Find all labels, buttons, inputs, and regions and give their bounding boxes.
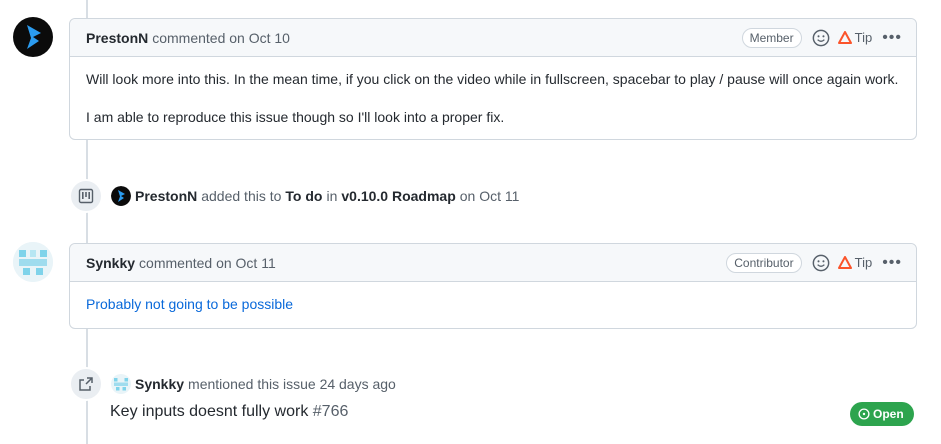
referenced-issue-number[interactable]: #766	[313, 403, 349, 420]
brave-triangle-icon	[837, 256, 852, 269]
avatar-synkky-small[interactable]	[111, 374, 131, 394]
issue-state-badge: Open	[850, 402, 914, 426]
comment-paragraph: Probably not going to be possible	[86, 296, 294, 312]
smiley-icon[interactable]	[812, 254, 830, 272]
event-text: mentioned this issue 24 days ago	[188, 376, 396, 392]
event-text: in	[326, 188, 338, 204]
comment-header: PrestonN commented on Oct 10 Member Tip …	[70, 19, 916, 57]
referenced-issue-link[interactable]: Key inputs doesnt fully work #766	[110, 403, 348, 421]
mention-event: Synkky mentioned this issue 24 days ago	[69, 367, 400, 401]
comment-date[interactable]: commented on Oct 10	[152, 30, 290, 46]
project-event: PrestonN added this to To do in v0.10.0 …	[69, 179, 523, 213]
event-text: added this to	[201, 188, 282, 204]
role-badge: Member	[741, 27, 802, 48]
brave-triangle-icon	[837, 31, 852, 44]
smiley-icon[interactable]	[812, 29, 830, 47]
comment-author[interactable]: Synkky	[86, 255, 135, 271]
comment-body: Probably not going to be possible	[70, 282, 916, 328]
avatar-prestonn-small[interactable]	[111, 186, 131, 206]
comment-2: Synkky commented on Oct 11 Contributor T…	[69, 243, 917, 329]
comment-author[interactable]: PrestonN	[86, 30, 148, 46]
kebab-menu-icon[interactable]: •••	[882, 29, 902, 47]
tip-button[interactable]: Tip	[837, 30, 873, 45]
comment-body: Will look more into this. In the mean ti…	[70, 57, 916, 139]
comment-paragraph: I am able to reproduce this issue though…	[86, 109, 505, 125]
comment-paragraph: Will look more into this. In the mean ti…	[86, 71, 899, 87]
avatar-prestonn[interactable]	[13, 17, 53, 57]
cross-reference-icon	[69, 367, 103, 401]
avatar-synkky[interactable]	[13, 242, 53, 282]
comment-date[interactable]: commented on Oct 11	[139, 255, 276, 271]
issue-open-icon	[858, 408, 870, 420]
role-badge: Contributor	[726, 252, 802, 273]
project-column[interactable]: To do	[285, 188, 322, 204]
project-icon	[69, 179, 103, 213]
tip-label: Tip	[854, 255, 873, 270]
event-date[interactable]: on Oct 11	[460, 188, 520, 204]
event-actor[interactable]: PrestonN	[135, 188, 197, 204]
comment-header: Synkky commented on Oct 11 Contributor T…	[70, 244, 916, 282]
kebab-menu-icon[interactable]: •••	[882, 254, 902, 272]
comment-1: PrestonN commented on Oct 10 Member Tip …	[69, 18, 917, 140]
project-name[interactable]: v0.10.0 Roadmap	[341, 188, 455, 204]
tip-button[interactable]: Tip	[837, 255, 873, 270]
tip-label: Tip	[854, 30, 873, 45]
event-actor[interactable]: Synkky	[135, 376, 184, 392]
referenced-issue-title[interactable]: Key inputs doesnt fully work	[110, 403, 308, 420]
issue-state-label: Open	[873, 407, 904, 421]
